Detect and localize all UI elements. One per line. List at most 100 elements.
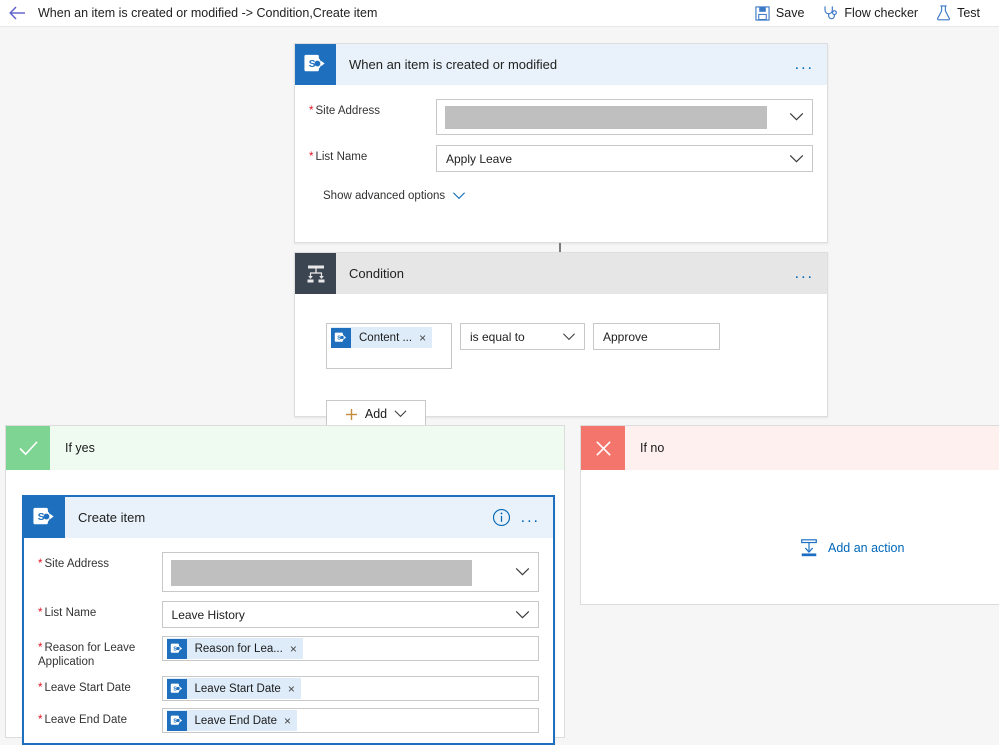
required-marker: * bbox=[38, 714, 43, 726]
add-an-action-label: Add an action bbox=[828, 541, 905, 555]
sharepoint-icon: S bbox=[24, 497, 65, 538]
required-marker: * bbox=[38, 682, 43, 694]
show-advanced-options-label: Show advanced options bbox=[323, 190, 446, 202]
condition-card-menu[interactable]: ... bbox=[795, 265, 814, 281]
reason-token-remove[interactable]: × bbox=[290, 643, 297, 655]
create-item-card-menu[interactable]: ... bbox=[521, 509, 540, 525]
sharepoint-icon: S bbox=[166, 710, 187, 731]
condition-card[interactable]: Condition ... S Content ... × is equal t… bbox=[294, 252, 828, 428]
start-date-token-remove[interactable]: × bbox=[288, 683, 295, 695]
end-date-token-label: Leave End Date bbox=[194, 714, 277, 727]
start-date-token-chip[interactable]: S Leave Start Date × bbox=[166, 678, 301, 699]
check-icon bbox=[6, 426, 50, 470]
create-item-card[interactable]: S Create item ... * Site Address * List … bbox=[22, 495, 555, 745]
command-bar-actions: Save Flow checker Test bbox=[746, 0, 999, 27]
back-button[interactable] bbox=[0, 0, 34, 27]
create-start-date-label: * Leave Start Date bbox=[38, 682, 131, 694]
sharepoint-icon: S bbox=[331, 327, 351, 348]
create-list-name-value: Leave History bbox=[171, 607, 245, 622]
reason-token-chip[interactable]: S Reason for Lea... × bbox=[166, 638, 303, 659]
add-condition-label: Add bbox=[364, 407, 388, 421]
condition-operand-field[interactable]: S Content ... × bbox=[326, 323, 452, 369]
flow-canvas: S When an item is created or modified ..… bbox=[0, 27, 999, 745]
start-date-token-label: Leave Start Date bbox=[194, 682, 281, 695]
breadcrumb: When an item is created or modified -> C… bbox=[38, 6, 378, 20]
stethoscope-icon bbox=[824, 6, 838, 20]
required-marker: * bbox=[38, 607, 43, 619]
required-marker: * bbox=[38, 558, 43, 570]
branch-if-no-label: If no bbox=[640, 441, 665, 455]
chevron-down-icon bbox=[453, 192, 466, 200]
save-icon bbox=[755, 5, 770, 21]
save-label: Save bbox=[775, 6, 805, 20]
chevron-down-icon bbox=[563, 332, 575, 340]
required-marker: * bbox=[38, 642, 43, 654]
plus-icon bbox=[345, 408, 357, 420]
show-advanced-options-link[interactable]: Show advanced options bbox=[323, 190, 466, 202]
branch-if-yes-label: If yes bbox=[65, 441, 95, 455]
create-item-card-header[interactable]: S Create item ... bbox=[24, 497, 553, 538]
condition-token-remove[interactable]: × bbox=[419, 332, 426, 344]
create-end-date-row: * Leave End Date S Leave End Date × bbox=[24, 708, 553, 733]
close-icon bbox=[581, 426, 625, 470]
trigger-advanced-row: Show advanced options bbox=[295, 190, 827, 202]
chevron-down-icon bbox=[789, 154, 804, 163]
add-an-action-button[interactable]: Add an action bbox=[799, 538, 904, 558]
trigger-card-header[interactable]: S When an item is created or modified ..… bbox=[295, 44, 827, 85]
trigger-card-menu[interactable]: ... bbox=[795, 56, 814, 72]
condition-row: S Content ... × is equal to Approve bbox=[326, 323, 720, 369]
create-start-date-input[interactable]: S Leave Start Date × bbox=[161, 676, 539, 701]
reason-token-label: Reason for Lea... bbox=[194, 642, 283, 655]
test-label: Test bbox=[957, 6, 980, 20]
condition-token-chip[interactable]: S Content ... × bbox=[331, 327, 433, 348]
end-date-token-remove[interactable]: × bbox=[284, 715, 291, 727]
condition-card-title: Condition bbox=[349, 266, 404, 281]
flask-icon bbox=[937, 5, 951, 21]
condition-card-header[interactable]: Condition ... bbox=[295, 253, 827, 294]
create-start-date-row: * Leave Start Date S Leave Start Date × bbox=[24, 676, 553, 701]
trigger-site-address-row: * Site Address bbox=[295, 99, 827, 135]
command-bar: When an item is created or modified -> C… bbox=[0, 0, 999, 27]
required-marker: * bbox=[309, 151, 314, 163]
trigger-list-name-input[interactable]: Apply Leave bbox=[435, 145, 813, 172]
chevron-down-icon bbox=[394, 410, 407, 418]
sharepoint-icon: S bbox=[166, 678, 187, 699]
redaction-overlay bbox=[170, 560, 472, 586]
required-marker: * bbox=[309, 105, 314, 117]
svg-text:S: S bbox=[337, 335, 341, 341]
arrow-left-icon bbox=[8, 6, 25, 20]
trigger-list-name-row: * List Name Apply Leave bbox=[295, 145, 827, 172]
end-date-token-chip[interactable]: S Leave End Date × bbox=[166, 710, 298, 731]
sharepoint-icon: S bbox=[295, 44, 336, 85]
trigger-card[interactable]: S When an item is created or modified ..… bbox=[294, 43, 828, 243]
info-icon[interactable] bbox=[492, 508, 511, 527]
flow-checker-button[interactable]: Flow checker bbox=[813, 0, 927, 27]
create-reason-label: * Reason for Leave Application bbox=[38, 642, 136, 668]
condition-value-input[interactable]: Approve bbox=[593, 323, 720, 350]
chevron-down-icon bbox=[515, 567, 530, 576]
trigger-site-address-input[interactable] bbox=[435, 99, 813, 135]
create-list-name-input[interactable]: Leave History bbox=[161, 601, 539, 628]
add-action-icon bbox=[801, 539, 817, 557]
add-condition-button[interactable]: Add bbox=[326, 400, 426, 428]
trigger-card-title: When an item is created or modified bbox=[349, 57, 558, 72]
create-site-address-row: * Site Address bbox=[24, 552, 553, 592]
save-button[interactable]: Save bbox=[746, 0, 814, 27]
create-list-name-row: * List Name Leave History bbox=[24, 601, 553, 628]
trigger-list-name-label: * List Name bbox=[309, 151, 368, 163]
condition-operator-select[interactable]: is equal to bbox=[460, 323, 585, 350]
branch-if-no-header: If no bbox=[581, 426, 999, 470]
chevron-down-icon bbox=[789, 112, 804, 121]
svg-text:S: S bbox=[173, 718, 177, 724]
test-button[interactable]: Test bbox=[927, 0, 989, 27]
trigger-list-name-value: Apply Leave bbox=[445, 151, 513, 166]
create-item-card-title: Create item bbox=[78, 510, 146, 525]
svg-text:S: S bbox=[173, 686, 177, 692]
create-reason-input[interactable]: S Reason for Lea... × bbox=[161, 636, 539, 661]
condition-value-text: Approve bbox=[603, 329, 648, 344]
branch-if-yes-header: If yes bbox=[6, 426, 564, 470]
branch-if-no: If no Add an action bbox=[580, 425, 999, 605]
create-site-address-input[interactable] bbox=[161, 552, 539, 592]
create-list-name-label: * List Name bbox=[38, 607, 97, 619]
create-end-date-input[interactable]: S Leave End Date × bbox=[161, 708, 539, 733]
